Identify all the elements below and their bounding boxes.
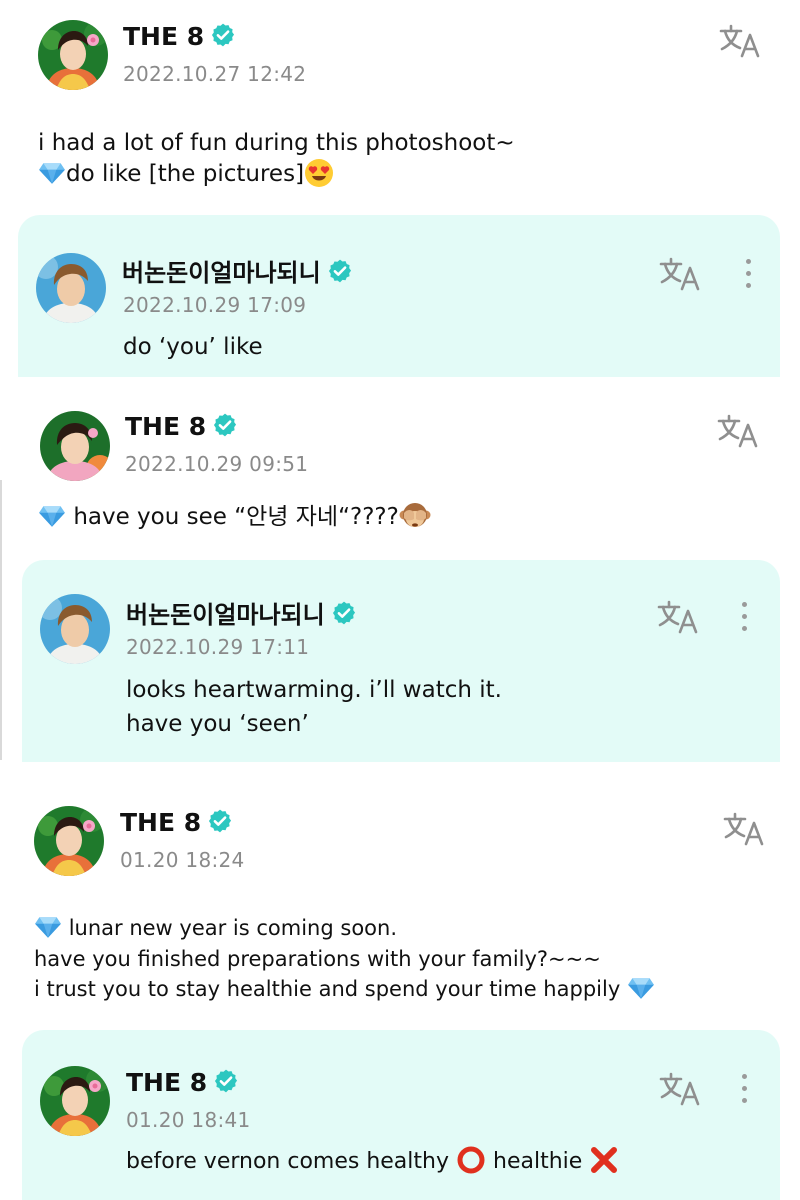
verified-badge-icon [212,412,238,438]
reply-author-avatar[interactable] [40,594,110,664]
avatar-image [40,1066,110,1136]
avatar-image [40,594,110,664]
more-vertical-icon[interactable] [737,602,751,638]
heart-eyes-emoji-icon [304,158,334,188]
reply-author-avatar[interactable] [40,1066,110,1136]
translate-icon[interactable] [718,22,764,62]
author-name-text: THE 8 [123,22,205,51]
reply-date: 01.20 18:41 [126,1108,251,1132]
avatar-image [34,806,104,876]
gem-icon [38,161,66,185]
translate-icon[interactable] [722,810,768,850]
reply-text-line-1: do ‘you’ like [123,334,263,360]
reply-3: THE 8 01.20 18:41 before vernon comes he… [22,1030,780,1200]
post-text-line-1: i had a lot of fun during this photoshoo… [38,130,515,156]
author-name[interactable]: THE 8 [123,22,236,51]
reply-text-line-1: before vernon comes healthy healthie [126,1146,619,1178]
translate-icon[interactable] [658,255,704,295]
translate-icon[interactable] [716,412,762,452]
reply-text-line-1a: before vernon comes healthy [126,1149,449,1174]
reply-author-name[interactable]: 버논돈이얼마나되니 [122,253,353,288]
avatar-image [38,20,108,90]
reply-author-name[interactable]: 버논돈이얼마나되니 [126,595,357,630]
verified-badge-icon [331,600,357,626]
more-vertical-icon[interactable] [741,259,755,295]
reply-author-avatar[interactable] [36,253,106,323]
reply-date: 2022.10.29 17:09 [123,293,307,317]
post-text-line-3-text: i trust you to stay healthie and spend y… [34,977,621,1001]
cross-mark-icon [589,1145,619,1175]
post-text-line-2: do like [the pictures] [38,158,334,190]
post-text-line-2-text: do like [the pictures] [66,161,305,187]
post-text-line-1-text: lunar new year is coming soon. [68,916,397,940]
post-text-line-1: have you see “안녕 자네“???? [38,501,431,533]
verified-badge-icon [213,1068,239,1094]
post-date: 2022.10.29 09:51 [125,452,309,476]
author-avatar[interactable] [40,411,110,481]
gem-icon [38,504,66,528]
author-avatar[interactable] [34,806,104,876]
post-text-line-3: i trust you to stay healthie and spend y… [34,973,655,1005]
reply-text-line-1b: healthie [493,1149,583,1174]
post-date: 01.20 18:24 [120,848,245,872]
author-avatar[interactable] [38,20,108,90]
more-vertical-icon[interactable] [737,1074,751,1110]
reply-author-name-text: 버논돈이얼마나되니 [122,259,321,287]
translate-icon[interactable] [656,598,702,638]
reply-author-name-text: 버논돈이얼마나되니 [126,601,325,629]
red-circle-icon [456,1145,486,1175]
author-name-text: THE 8 [120,808,202,837]
gem-icon [34,915,62,939]
post-date: 2022.10.27 12:42 [123,62,307,86]
reply-author-name[interactable]: THE 8 [126,1068,239,1097]
post-text-line-1-text: have you see “안녕 자네“???? [73,504,399,530]
reply-2: 버논돈이얼마나되니 2022.10.29 17:11 looks heartwa… [22,560,780,762]
post-text-line-2: have you finished preparations with your… [34,947,601,971]
reply-author-name-text: THE 8 [126,1068,208,1097]
avatar-image [40,411,110,481]
see-no-evil-monkey-emoji-icon [399,501,431,531]
author-name-text: THE 8 [125,412,207,441]
author-name[interactable]: THE 8 [120,808,233,837]
post-3: THE 8 01.20 18:24 lunar new year is comi… [0,762,800,1030]
reply-date: 2022.10.29 17:11 [126,635,310,659]
reply-text-line-1: looks heartwarming. i’ll watch it. [126,677,502,703]
author-name[interactable]: THE 8 [125,412,238,441]
verified-badge-icon [327,258,353,284]
avatar-image [36,253,106,323]
verified-badge-icon [210,22,236,48]
verified-badge-icon [207,808,233,834]
gem-icon [627,976,655,1000]
reply-text-line-2: have you ‘seen’ [126,711,309,737]
post-1: THE 8 2022.10.27 12:42 i had a lot of fu… [0,0,800,215]
post-text-line-1: lunar new year is coming soon. [34,912,397,944]
post-2: THE 8 2022.10.29 09:51 have you see “안녕 … [0,377,800,560]
translate-icon[interactable] [658,1070,704,1110]
reply-1: 버논돈이얼마나되니 2022.10.29 17:09 do ‘you’ like [18,215,780,377]
